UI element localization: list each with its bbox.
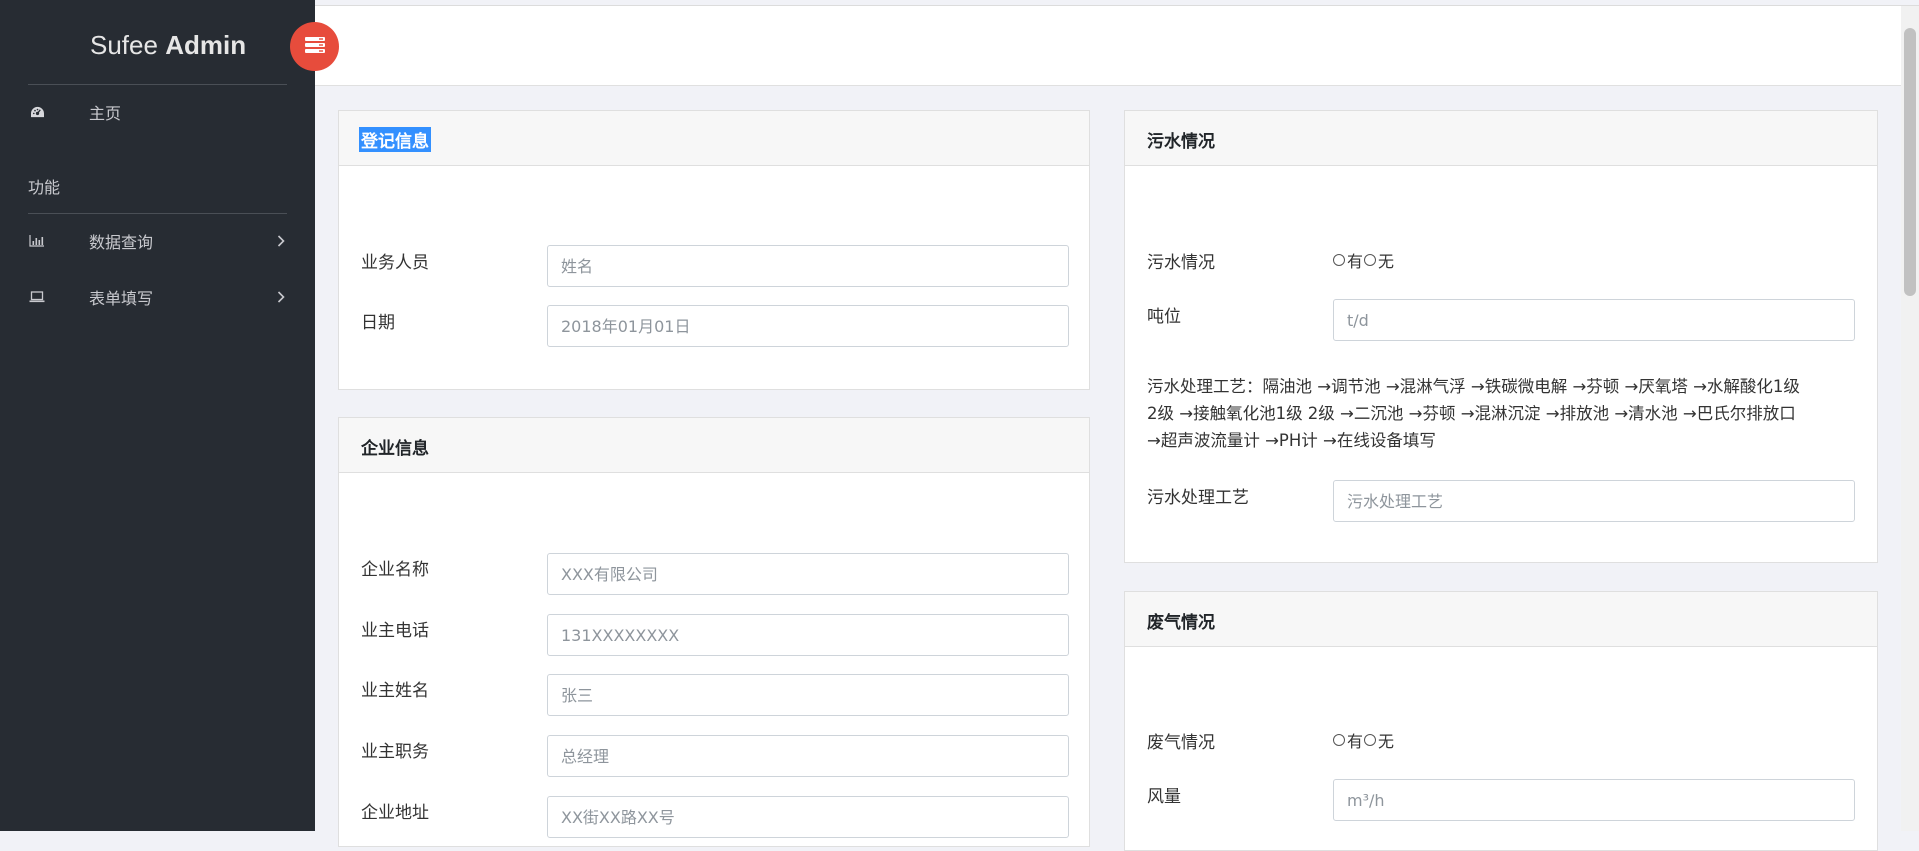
company-name-input[interactable] (547, 553, 1069, 595)
card-title: 废气情况 (1147, 613, 1215, 633)
sewage-no-radio[interactable] (1364, 254, 1377, 266)
owner-title-input[interactable] (547, 735, 1069, 777)
form-label: 业主电话 (361, 621, 429, 641)
card-title: 污水情况 (1147, 132, 1215, 152)
form-label: 污水处理工艺 (1147, 488, 1249, 508)
owner-name-input[interactable] (547, 674, 1069, 716)
dashboard-icon (28, 103, 46, 121)
process-line: 污水处理工艺：隔油池 →调节池 →混淋气浮 →铁碳微电解 →芬顿 →厌氧塔 →水… (1147, 377, 1800, 396)
registration-card: 登记信息 业务人员 日期 (338, 110, 1090, 390)
company-address-input[interactable] (547, 796, 1069, 838)
form-label: 企业名称 (361, 560, 429, 580)
sidebar-item-home[interactable]: 主页 (0, 92, 315, 132)
menu-toggle-icon (304, 36, 325, 57)
sewage-radio-group: 有 无 (1333, 248, 1394, 272)
sewage-yes-radio[interactable] (1333, 254, 1345, 266)
exhaust-no-radio[interactable] (1364, 734, 1377, 746)
radio-label: 有 (1347, 252, 1364, 271)
salesperson-input[interactable] (547, 245, 1069, 287)
form-label: 废气情况 (1147, 733, 1215, 753)
sidebar-item-form-fill[interactable]: 表单填写 (0, 277, 315, 317)
sidebar-item-label: 主页 (89, 104, 122, 123)
sidebar-divider (28, 84, 287, 85)
brand-bold-text: Admin (165, 30, 247, 60)
radio-label: 无 (1378, 732, 1395, 751)
airflow-input[interactable] (1333, 779, 1855, 821)
sidebar-item-data-query[interactable]: 数据查询 (0, 221, 315, 261)
menu-toggle-button[interactable] (290, 22, 339, 71)
process-line: 2级 →接触氧化池1级 2级 →二沉池 →芬顿 →混淋沉淀 →排放池 →清水池 … (1147, 404, 1796, 423)
card-header: 废气情况 (1125, 592, 1877, 647)
brand-light-text: Sufee (90, 30, 158, 60)
company-card: 企业信息 企业名称 业主电话 业主姓名 业主职务 企业地址 (338, 417, 1090, 847)
sidebar: Sufee Admin 主页 功能 数据查询 表单填写 (0, 0, 315, 831)
process-line: →超声波流量计 →PH计 →在线设备填写 (1147, 431, 1436, 450)
card-header: 污水情况 (1125, 111, 1877, 166)
card-title: 登记信息 (359, 127, 431, 152)
owner-phone-input[interactable] (547, 614, 1069, 656)
sidebar-item-label: 数据查询 (89, 233, 154, 252)
top-header (315, 6, 1901, 86)
card-title: 企业信息 (361, 439, 429, 459)
card-header: 登记信息 (339, 111, 1089, 166)
form-label: 企业地址 (361, 803, 429, 823)
form-label: 污水情况 (1147, 253, 1215, 273)
card-header: 企业信息 (339, 418, 1089, 473)
radio-label: 有 (1347, 732, 1364, 751)
form-label: 业主职务 (361, 742, 429, 762)
laptop-icon (28, 288, 46, 306)
tonnage-input[interactable] (1333, 299, 1855, 341)
exhaust-card: 废气情况 废气情况 有 无 风量 (1124, 591, 1878, 851)
form-label: 风量 (1147, 787, 1181, 807)
exhaust-radio-group: 有 无 (1333, 728, 1394, 752)
radio-label: 无 (1378, 252, 1395, 271)
chevron-right-icon (277, 288, 285, 307)
sidebar-divider (28, 213, 287, 214)
brand-logo[interactable]: Sufee Admin (90, 30, 246, 61)
bar-chart-icon (28, 232, 46, 250)
sidebar-item-label: 表单填写 (89, 289, 154, 308)
sidebar-section-title: 功能 (28, 178, 61, 197)
page-scrollbar[interactable] (1901, 6, 1919, 831)
chevron-right-icon (277, 232, 285, 251)
form-label: 业主姓名 (361, 681, 429, 701)
sewage-card: 污水情况 污水情况 有 无 吨位 污水处理工艺：隔油池 →调节池 →混淋气浮 →… (1124, 110, 1878, 563)
form-label: 业务人员 (361, 253, 429, 273)
process-input[interactable] (1333, 480, 1855, 522)
process-description: 污水处理工艺：隔油池 →调节池 →混淋气浮 →铁碳微电解 →芬顿 →厌氧塔 →水… (1147, 373, 1867, 454)
exhaust-yes-radio[interactable] (1333, 734, 1345, 746)
form-label: 吨位 (1147, 307, 1181, 327)
form-label: 日期 (361, 313, 395, 333)
date-input[interactable] (547, 305, 1069, 347)
scrollbar-thumb[interactable] (1904, 28, 1916, 296)
